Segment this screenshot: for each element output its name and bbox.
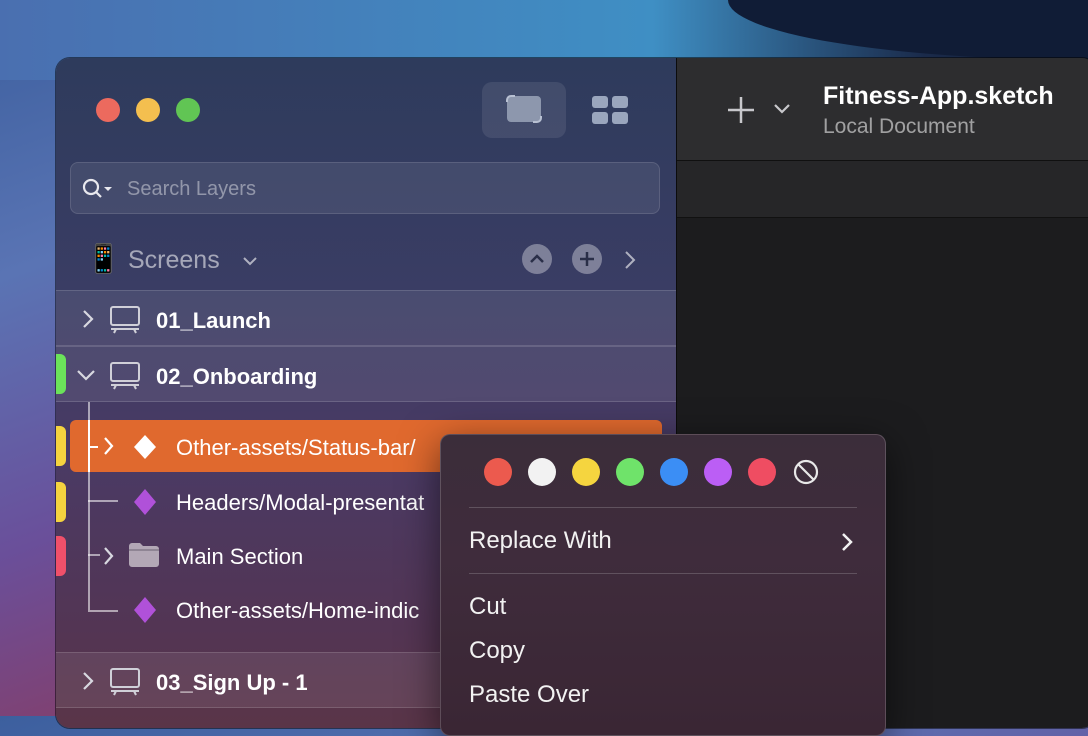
artboard-icon [110, 306, 140, 334]
layer-label: Headers/Modal-presentat [176, 490, 425, 515]
close-window-button[interactable] [96, 98, 120, 122]
folder-icon [129, 543, 159, 567]
page-name: Screens [128, 246, 220, 274]
layer-label: Other-assets/Status-bar/ [176, 435, 416, 460]
cut-menu-item[interactable]: Cut [469, 593, 506, 621]
color-swatch[interactable] [616, 458, 644, 486]
menu-separator [469, 507, 857, 508]
artboard-icon [110, 362, 140, 390]
color-tag [56, 536, 66, 576]
color-swatch[interactable] [748, 458, 776, 486]
color-swatch[interactable] [528, 458, 556, 486]
symbol-instance-icon [134, 435, 156, 459]
minimize-window-button[interactable] [136, 98, 160, 122]
artboard-row[interactable]: 01_Launch [56, 290, 676, 346]
collapse-pages-button[interactable] [522, 244, 552, 274]
chevron-right-icon[interactable] [102, 436, 116, 456]
color-swatch[interactable] [660, 458, 688, 486]
symbol-icon [134, 597, 156, 623]
plus-icon [580, 252, 594, 266]
ruler-bar [677, 161, 1088, 218]
search-placeholder: Search Layers [127, 178, 256, 200]
replace-with-label: Replace With [469, 527, 612, 554]
color-tag [56, 482, 66, 522]
chevron-up-icon [530, 254, 544, 263]
canvas-view-button[interactable] [482, 82, 566, 138]
chevron-down-icon[interactable] [773, 102, 791, 116]
artboard-label: 03_Sign Up - 1 [156, 670, 308, 695]
menu-separator [469, 573, 857, 574]
chevron-down-icon [243, 257, 257, 266]
artboard-row[interactable]: 02_Onboarding [56, 346, 676, 402]
paste-over-menu-item[interactable]: Paste Over [469, 681, 589, 709]
chevron-right-icon[interactable] [80, 671, 96, 691]
grid-view-icon [592, 96, 628, 124]
search-layers-field[interactable]: Search Layers [70, 162, 660, 214]
chevron-right-icon[interactable] [80, 309, 96, 329]
zoom-window-button[interactable] [176, 98, 200, 122]
document-subtitle: Local Document [823, 115, 975, 138]
color-tag [56, 354, 66, 394]
symbol-icon [134, 489, 156, 515]
document-title: Fitness-App.sketch [823, 82, 1054, 110]
no-color-icon[interactable] [791, 457, 821, 487]
replace-with-menu-item[interactable]: Replace With [441, 519, 885, 563]
search-icon [82, 178, 112, 198]
phone-icon: 📱 [86, 243, 121, 274]
context-menu: Replace With Cut Copy Paste Over [440, 434, 886, 736]
add-page-button[interactable] [572, 244, 602, 274]
chevron-right-icon[interactable] [102, 546, 116, 566]
color-tag [56, 426, 66, 466]
plus-icon[interactable] [725, 94, 757, 126]
toolbar: Fitness-App.sketch Local Document [677, 58, 1088, 161]
layer-label: Other-assets/Home-indic [176, 598, 420, 623]
components-view-button[interactable] [568, 82, 652, 138]
layer-label: Main Section [176, 544, 304, 569]
chevron-right-icon [842, 533, 853, 551]
artboard-label: 02_Onboarding [156, 364, 318, 389]
artboard-label: 01_Launch [156, 308, 271, 333]
copy-menu-item[interactable]: Copy [469, 637, 525, 665]
color-swatch[interactable] [572, 458, 600, 486]
color-swatch[interactable] [484, 458, 512, 486]
chevron-right-icon[interactable] [620, 248, 640, 272]
color-swatch[interactable] [704, 458, 732, 486]
chevron-down-icon[interactable] [76, 367, 96, 383]
canvas-view-icon [506, 95, 542, 123]
tree-line [88, 446, 98, 448]
artboard-icon [110, 668, 140, 696]
